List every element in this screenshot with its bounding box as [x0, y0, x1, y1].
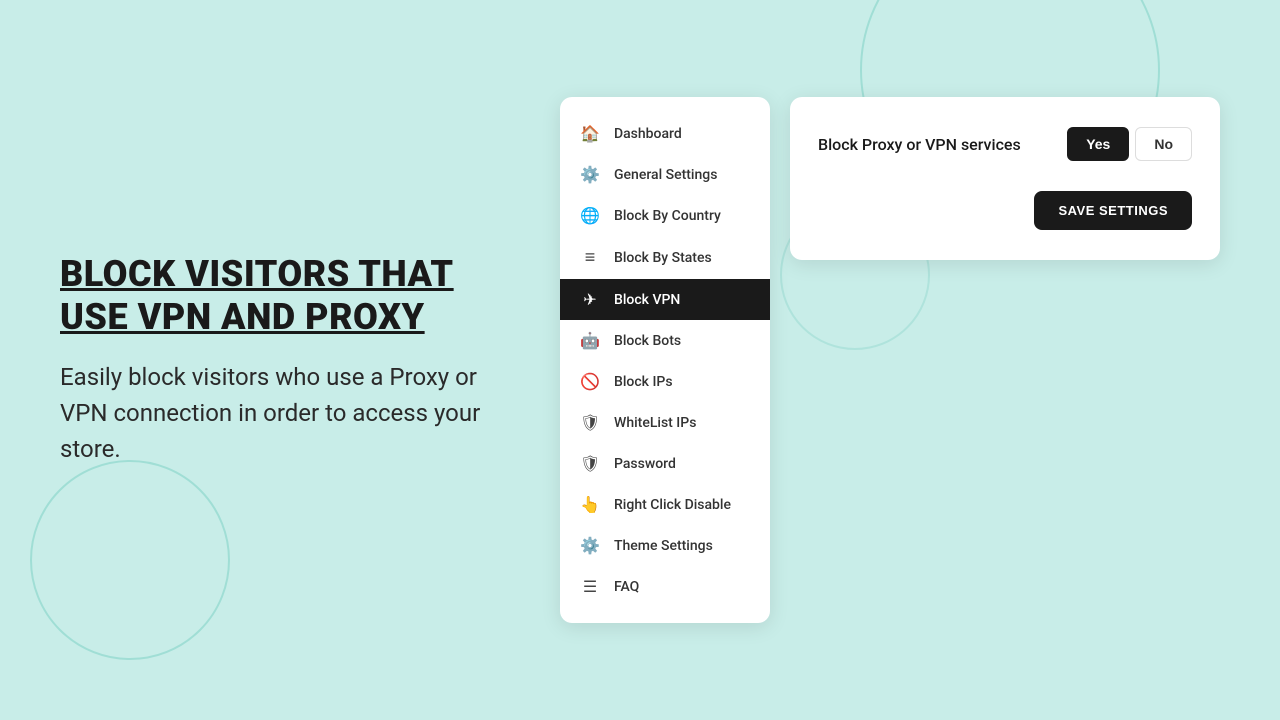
hero-section: BLOCK VISITORS THAT USE VPN AND PROXY Ea…: [60, 253, 560, 467]
sidebar-item-right-click-disable[interactable]: 👆 Right Click Disable: [560, 484, 770, 525]
shield-check-icon: 🛡: [580, 413, 600, 432]
sidebar-item-faq[interactable]: ☰ FAQ: [560, 566, 770, 607]
vpn-icon: ✈: [580, 290, 600, 309]
sidebar-item-theme-settings[interactable]: ⚙️ Theme Settings: [560, 525, 770, 566]
lock-icon: 🛡: [580, 454, 600, 473]
gear-icon: ⚙️: [580, 165, 600, 184]
sidebar-label-general-settings: General Settings: [614, 167, 717, 183]
sidebar-label-block-bots: Block Bots: [614, 333, 681, 349]
toggle-group: Yes No: [1067, 127, 1192, 161]
sidebar-item-block-bots[interactable]: 🤖 Block Bots: [560, 320, 770, 361]
sidebar-label-faq: FAQ: [614, 579, 639, 595]
sidebar-item-block-vpn[interactable]: ✈ Block VPN: [560, 279, 770, 320]
sidebar-item-block-ips[interactable]: 🚫 Block IPs: [560, 361, 770, 402]
sidebar-item-block-by-country[interactable]: 🌐 Block By Country: [560, 195, 770, 236]
vpn-setting-row: Block Proxy or VPN services Yes No: [818, 127, 1192, 161]
sidebar-item-dashboard[interactable]: 🏠 Dashboard: [560, 113, 770, 154]
bot-icon: 🤖: [580, 331, 600, 350]
hero-description: Easily block visitors who use a Proxy or…: [60, 359, 520, 467]
sidebar-label-block-by-country: Block By Country: [614, 208, 721, 224]
hero-title: BLOCK VISITORS THAT USE VPN AND PROXY: [60, 253, 520, 339]
menu-icon: ☰: [580, 577, 600, 596]
sidebar-label-block-vpn: Block VPN: [614, 292, 680, 308]
sidebar-item-password[interactable]: 🛡 Password: [560, 443, 770, 484]
sidebar-label-dashboard: Dashboard: [614, 126, 682, 142]
no-button[interactable]: No: [1135, 127, 1192, 161]
save-settings-button[interactable]: SAVE SETTINGS: [1034, 191, 1192, 230]
sidebar-label-block-ips: Block IPs: [614, 374, 673, 390]
sidebar-item-general-settings[interactable]: ⚙️ General Settings: [560, 154, 770, 195]
sidebar-label-whitelist-ips: WhiteList IPs: [614, 415, 696, 431]
yes-button[interactable]: Yes: [1067, 127, 1129, 161]
sidebar-nav: 🏠 Dashboard ⚙️ General Settings 🌐 Block …: [560, 97, 770, 623]
theme-icon: ⚙️: [580, 536, 600, 555]
sidebar-label-password: Password: [614, 456, 676, 472]
globe-icon: 🌐: [580, 206, 600, 225]
cursor-icon: 👆: [580, 495, 600, 514]
sidebar-item-block-by-states[interactable]: ≡ Block By States: [560, 236, 770, 279]
sidebar-label-theme-settings: Theme Settings: [614, 538, 713, 554]
sidebar-label-right-click-disable: Right Click Disable: [614, 497, 731, 513]
sidebar-label-block-by-states: Block By States: [614, 250, 712, 266]
setting-label: Block Proxy or VPN services: [818, 135, 1021, 154]
home-icon: 🏠: [580, 124, 600, 143]
sidebar-item-whitelist-ips[interactable]: 🛡 WhiteList IPs: [560, 402, 770, 443]
app-panel: 🏠 Dashboard ⚙️ General Settings 🌐 Block …: [560, 97, 1220, 623]
filter-icon: ≡: [580, 247, 600, 268]
block-icon: 🚫: [580, 372, 600, 391]
content-panel: Block Proxy or VPN services Yes No SAVE …: [790, 97, 1220, 260]
